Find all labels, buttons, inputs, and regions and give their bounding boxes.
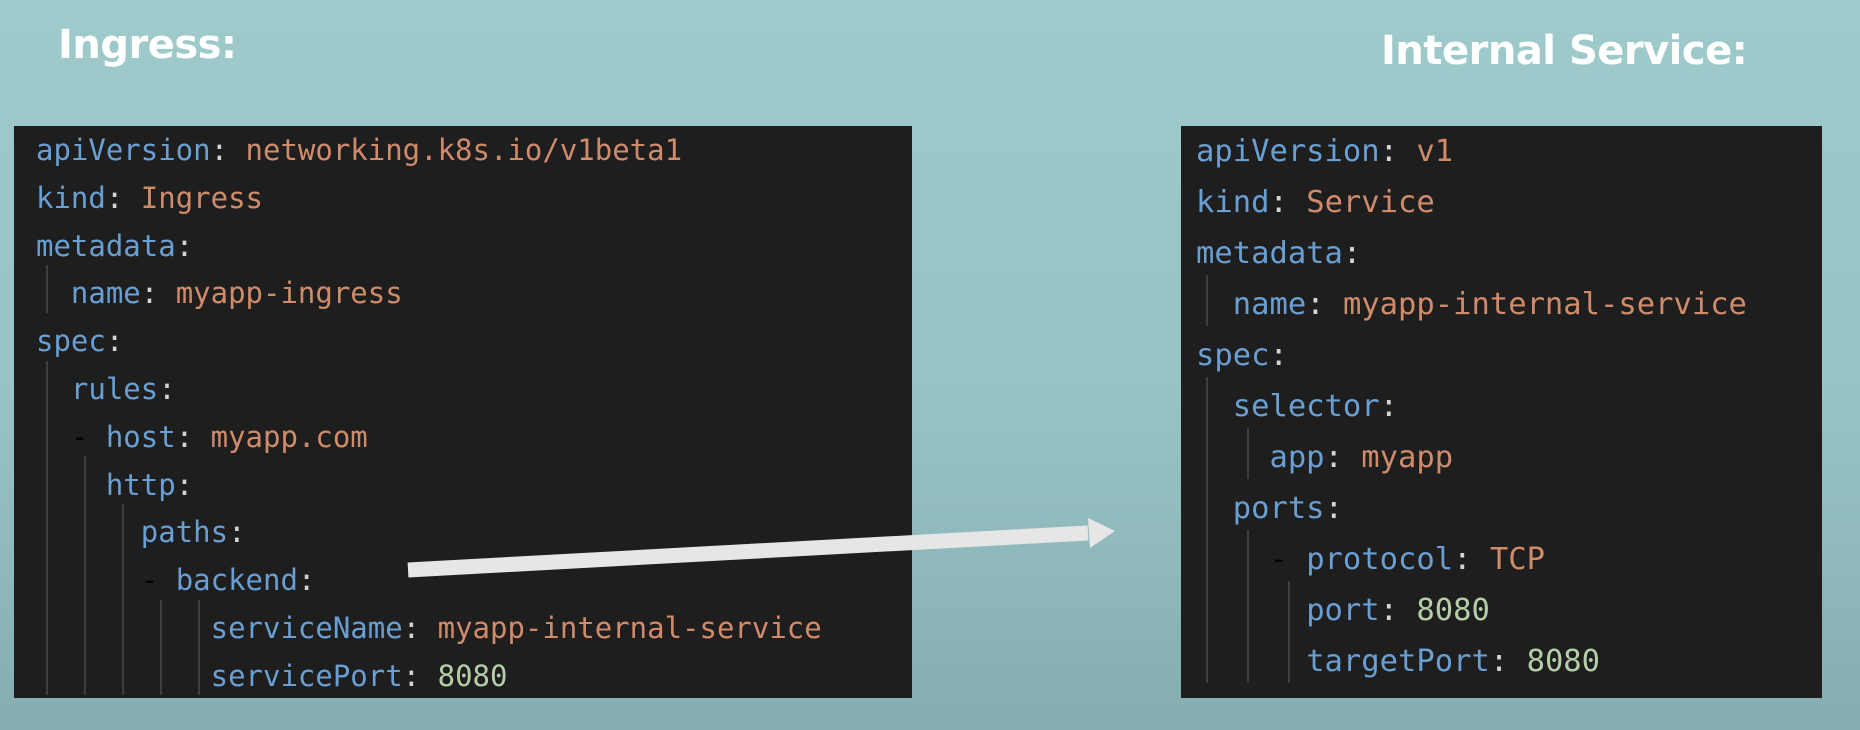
yaml-line: selector: <box>1232 389 1399 424</box>
yaml-key: apiVersion <box>36 133 211 167</box>
yaml-value: myapp <box>1361 440 1454 475</box>
indent-guide <box>45 408 48 457</box>
indent-guide <box>1206 478 1209 530</box>
indent-guide <box>1288 631 1291 683</box>
indent-guide <box>1206 427 1209 479</box>
yaml-key: apiVersion <box>1196 134 1380 169</box>
indent-guide <box>1206 529 1209 581</box>
yaml-line: name: myapp-ingress <box>70 276 403 311</box>
yaml-line: metadata: <box>36 228 194 263</box>
indent-guide <box>197 647 200 696</box>
yaml-line: kind: Ingress <box>36 180 263 215</box>
indent-guide <box>45 647 48 696</box>
yaml-line: servicePort: 8080 <box>210 658 508 693</box>
yaml-key: targetPort <box>1306 644 1490 679</box>
yaml-key: name <box>70 276 141 311</box>
yaml-key: servicePort <box>210 658 403 693</box>
indent-guide <box>45 504 48 552</box>
yaml-line: ports: <box>1232 491 1343 526</box>
indent-guide <box>45 456 48 505</box>
yaml-line: - backend: <box>36 563 316 598</box>
ingress-yaml-panel: apiVersion: networking.k8s.io/v1beta1 kin… <box>14 126 912 698</box>
indent-guide <box>197 599 200 648</box>
indent-guide <box>1206 580 1209 632</box>
yaml-key: name <box>1232 287 1307 322</box>
yaml-line: targetPort: 8080 <box>1306 644 1601 679</box>
yaml-line: metadata: <box>1196 236 1362 271</box>
indent-guide <box>1247 427 1250 479</box>
indent-guide <box>121 599 124 648</box>
yaml-value: myapp-internal-service <box>437 611 822 645</box>
indent-guide <box>1247 529 1250 581</box>
indent-guide <box>83 647 86 696</box>
yaml-value: Service <box>1306 185 1435 220</box>
yaml-value: 8080 <box>1416 593 1490 628</box>
indent-guide <box>159 647 162 696</box>
yaml-value: myapp-ingress <box>175 276 403 311</box>
yaml-key: kind <box>36 180 106 215</box>
indent-guide <box>83 504 86 552</box>
yaml-line: name: myapp-internal-service <box>1232 287 1747 322</box>
yaml-value: 8080 <box>1526 644 1601 679</box>
yaml-line: - host: myapp.com <box>36 419 368 454</box>
yaml-line: serviceName: myapp-internal-service <box>210 611 822 645</box>
yaml-line: rules: <box>70 372 176 406</box>
yaml-value: v1 <box>1416 134 1454 169</box>
indent-guide <box>45 360 48 409</box>
yaml-key: selector <box>1232 389 1380 424</box>
indent-guide <box>1206 631 1209 683</box>
indent-guide <box>159 599 162 648</box>
yaml-key: metadata <box>1196 236 1343 271</box>
indent-guide <box>1247 631 1250 683</box>
yaml-line: port: 8080 <box>1306 593 1490 628</box>
indent-guide <box>45 551 48 600</box>
indent-guide <box>121 551 124 600</box>
indent-guide <box>121 647 124 696</box>
indent-guide <box>1206 274 1209 326</box>
yaml-value: myapp-internal-service <box>1342 287 1747 322</box>
yaml-key: kind <box>1196 185 1270 220</box>
yaml-line: apiVersion: v1 <box>1196 134 1454 169</box>
yaml-key: backend <box>175 563 298 598</box>
yaml-value: TCP <box>1489 542 1545 577</box>
yaml-key: spec <box>1196 338 1270 373</box>
yaml-line: kind: Service <box>1196 185 1435 220</box>
yaml-key: http <box>105 467 176 502</box>
yaml-line: apiVersion: networking.k8s.io/v1beta1 <box>36 133 683 167</box>
yaml-key: serviceName <box>210 611 403 645</box>
ingress-title: Ingress: <box>58 22 237 68</box>
indent-guide <box>1288 580 1291 632</box>
yaml-key: protocol <box>1306 542 1454 577</box>
indent-guide <box>83 456 86 505</box>
yaml-key: metadata <box>36 228 176 263</box>
indent-guide <box>121 504 124 552</box>
indent-guide <box>83 551 86 600</box>
indent-guide <box>45 599 48 648</box>
yaml-line: paths: <box>140 515 246 550</box>
yaml-key: port <box>1306 593 1380 628</box>
yaml-line: spec: <box>1196 338 1288 373</box>
yaml-key: spec <box>36 324 106 359</box>
yaml-key: app <box>1269 440 1325 475</box>
yaml-value: Ingress <box>140 180 263 215</box>
service-yaml-panel: apiVersion: v1 kind: Service metadata: nam… <box>1181 126 1822 698</box>
indent-guide <box>1247 580 1250 632</box>
yaml-value: 8080 <box>437 658 508 693</box>
yaml-line: spec: <box>36 324 124 359</box>
yaml-value: networking.k8s.io/v1beta1 <box>245 133 683 167</box>
yaml-key: rules <box>70 372 159 406</box>
yaml-key: ports <box>1232 491 1325 526</box>
indent-guide <box>45 265 48 313</box>
yaml-line: http: <box>105 467 194 502</box>
indent-guide <box>83 599 86 648</box>
yaml-key: host <box>105 419 176 454</box>
indent-guide <box>1206 376 1209 428</box>
internal-service-title: Internal Service: <box>1381 28 1748 74</box>
yaml-value: myapp.com <box>210 419 368 454</box>
yaml-line: app: myapp <box>1269 440 1454 475</box>
yaml-key: paths <box>140 515 229 550</box>
